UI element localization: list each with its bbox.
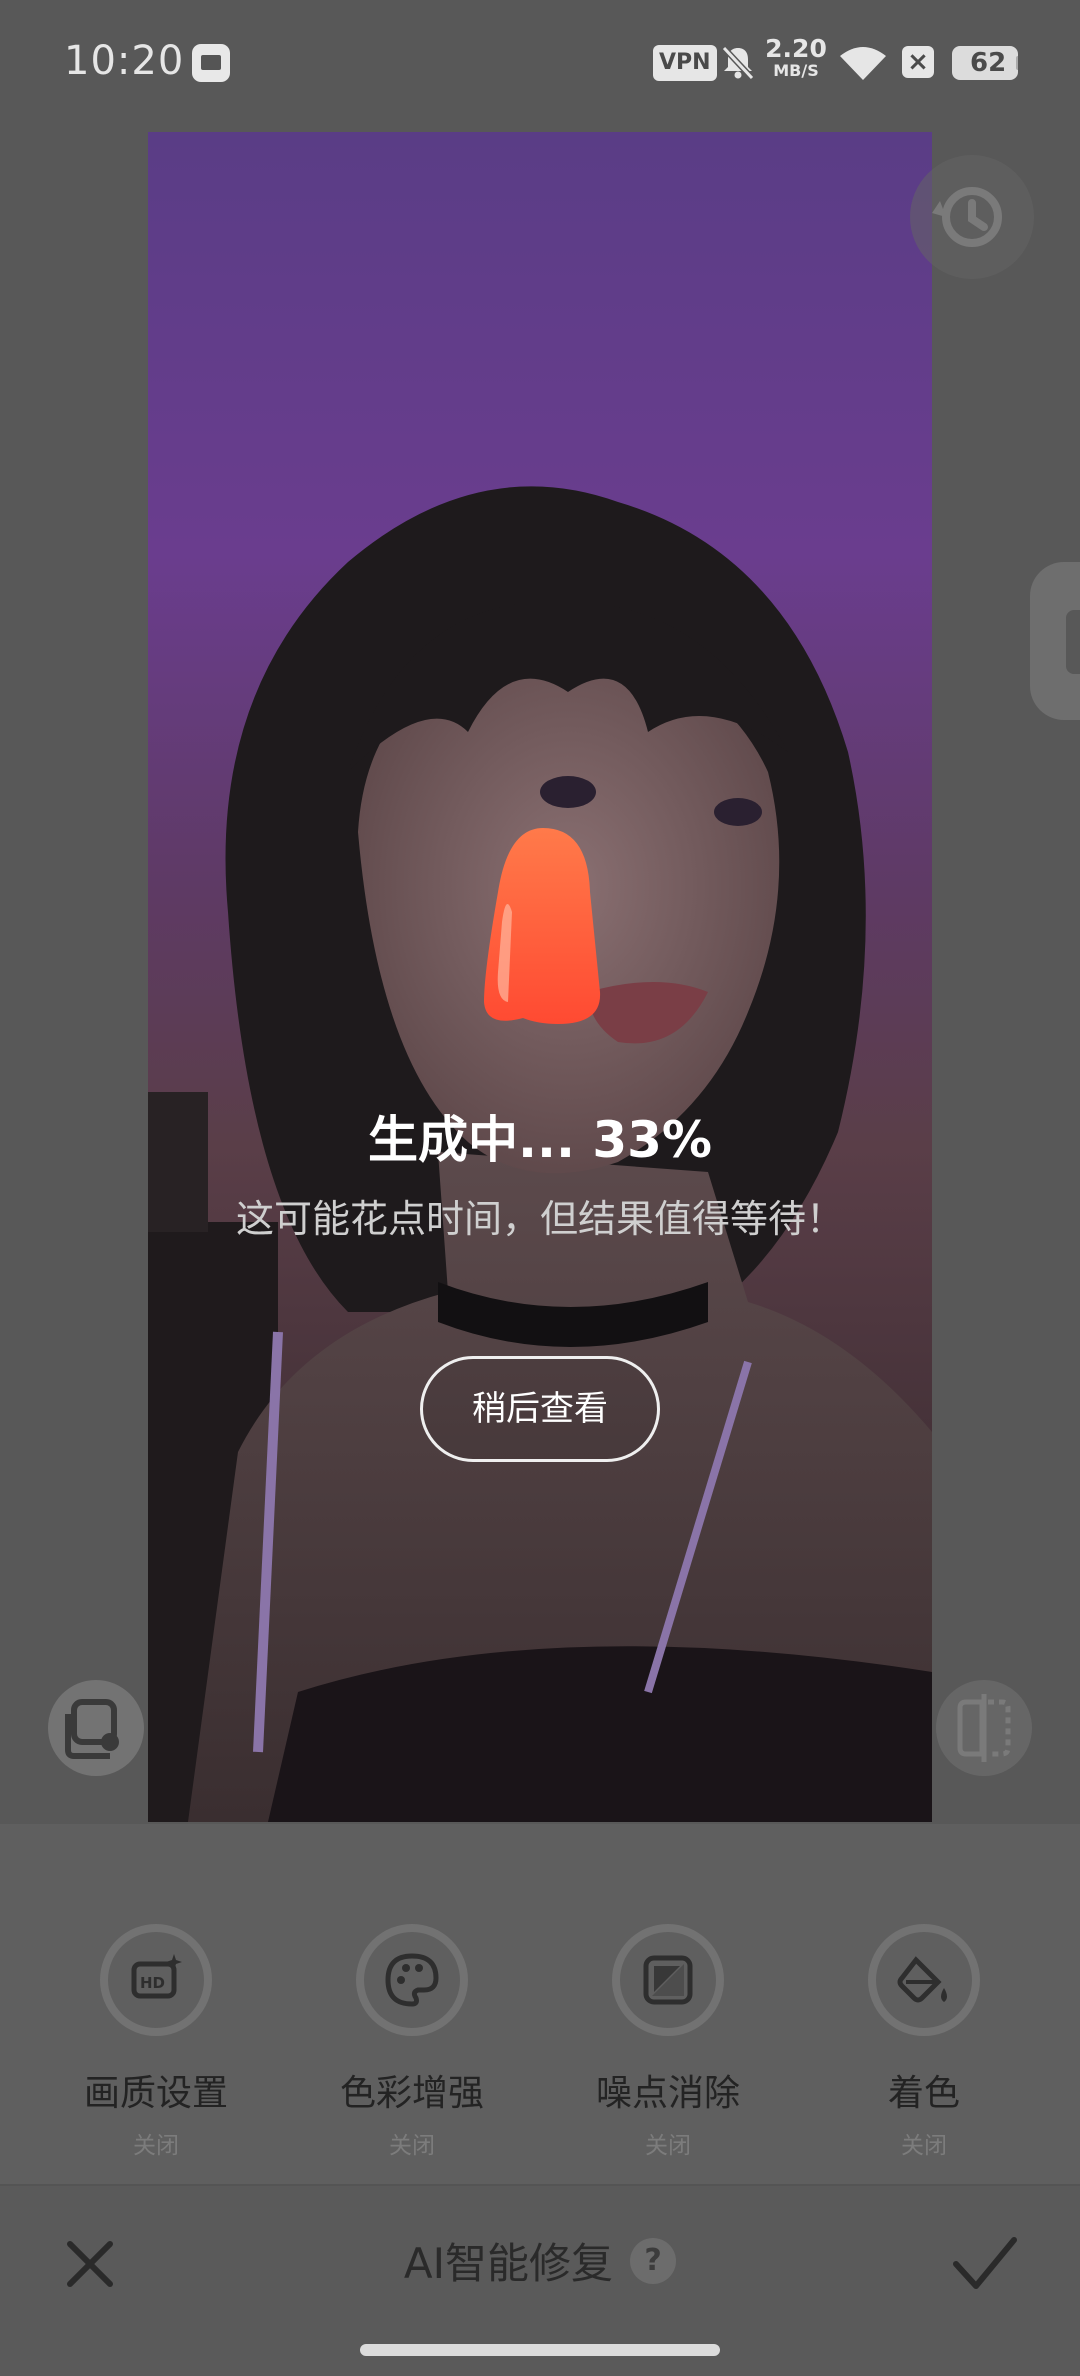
status-time: 10:20 xyxy=(64,38,185,84)
network-speed: 2.20 MB/S xyxy=(764,36,828,80)
home-indicator[interactable] xyxy=(360,2344,720,2356)
status-bar: 10:20 VPN 2.20 MB/S × 62 xyxy=(0,0,1080,128)
tool-noise-removal[interactable]: 噪点消除 关闭 xyxy=(540,1924,796,2160)
close-box-icon: × xyxy=(902,46,934,78)
tool-state: 关闭 xyxy=(389,2133,435,2159)
photo-image xyxy=(148,132,932,1822)
gallery-icon xyxy=(65,1699,119,1759)
tool-colorize[interactable]: 着色 关闭 xyxy=(796,1924,1052,2160)
compare-button[interactable] xyxy=(936,1680,1032,1776)
palette-icon xyxy=(356,1924,468,2036)
compare-icon xyxy=(957,1694,1011,1762)
svg-text:HD: HD xyxy=(140,1974,165,1992)
confirm-check-icon[interactable] xyxy=(950,2230,1020,2298)
tool-panel: HD 画质设置 关闭 色彩增强 关闭 噪点消除 关闭 着色 关闭 xyxy=(0,1824,1080,2184)
bottom-title-wrap: AI智能修复 ? xyxy=(0,2230,1080,2291)
tool-color-enhance[interactable]: 色彩增强 关闭 xyxy=(284,1924,540,2160)
vpn-badge: VPN xyxy=(653,45,717,81)
tool-label: 画质设置 xyxy=(83,2073,228,2114)
view-later-button[interactable]: 稍后查看 xyxy=(420,1356,660,1462)
history-button[interactable] xyxy=(910,155,1034,279)
history-icon xyxy=(932,187,1002,247)
mute-bell-icon xyxy=(721,45,755,81)
battery-indicator: 62 xyxy=(952,46,1018,80)
noise-icon xyxy=(612,1924,724,2036)
tool-label: 色彩增强 xyxy=(339,2073,484,2114)
tool-state: 关闭 xyxy=(901,2133,947,2159)
wifi-icon xyxy=(840,47,886,80)
tool-state: 关闭 xyxy=(645,2133,691,2159)
progress-title: 生成中... 33% xyxy=(367,1111,713,1169)
bottom-bar: AI智能修复 ? xyxy=(0,2184,1080,2376)
network-speed-value: 2.20 xyxy=(765,34,827,63)
help-icon[interactable]: ? xyxy=(630,2237,677,2284)
tool-label: 着色 xyxy=(887,2073,960,2114)
tool-state: 关闭 xyxy=(133,2133,179,2159)
hd-icon: HD xyxy=(100,1924,212,2036)
app-notification-icon xyxy=(192,44,230,82)
feature-title: AI智能修复 xyxy=(403,2239,614,2288)
side-panel-handle[interactable] xyxy=(1030,562,1080,720)
tool-quality-settings[interactable]: HD 画质设置 关闭 xyxy=(28,1924,284,2160)
photo-preview xyxy=(148,132,932,1822)
tool-label: 噪点消除 xyxy=(595,2073,740,2114)
gallery-button[interactable] xyxy=(48,1680,144,1776)
progress-subtitle: 这可能花点时间，但结果值得等待！ xyxy=(235,1197,844,1241)
network-speed-unit: MB/S xyxy=(773,61,819,80)
paint-bucket-icon xyxy=(868,1924,980,2036)
